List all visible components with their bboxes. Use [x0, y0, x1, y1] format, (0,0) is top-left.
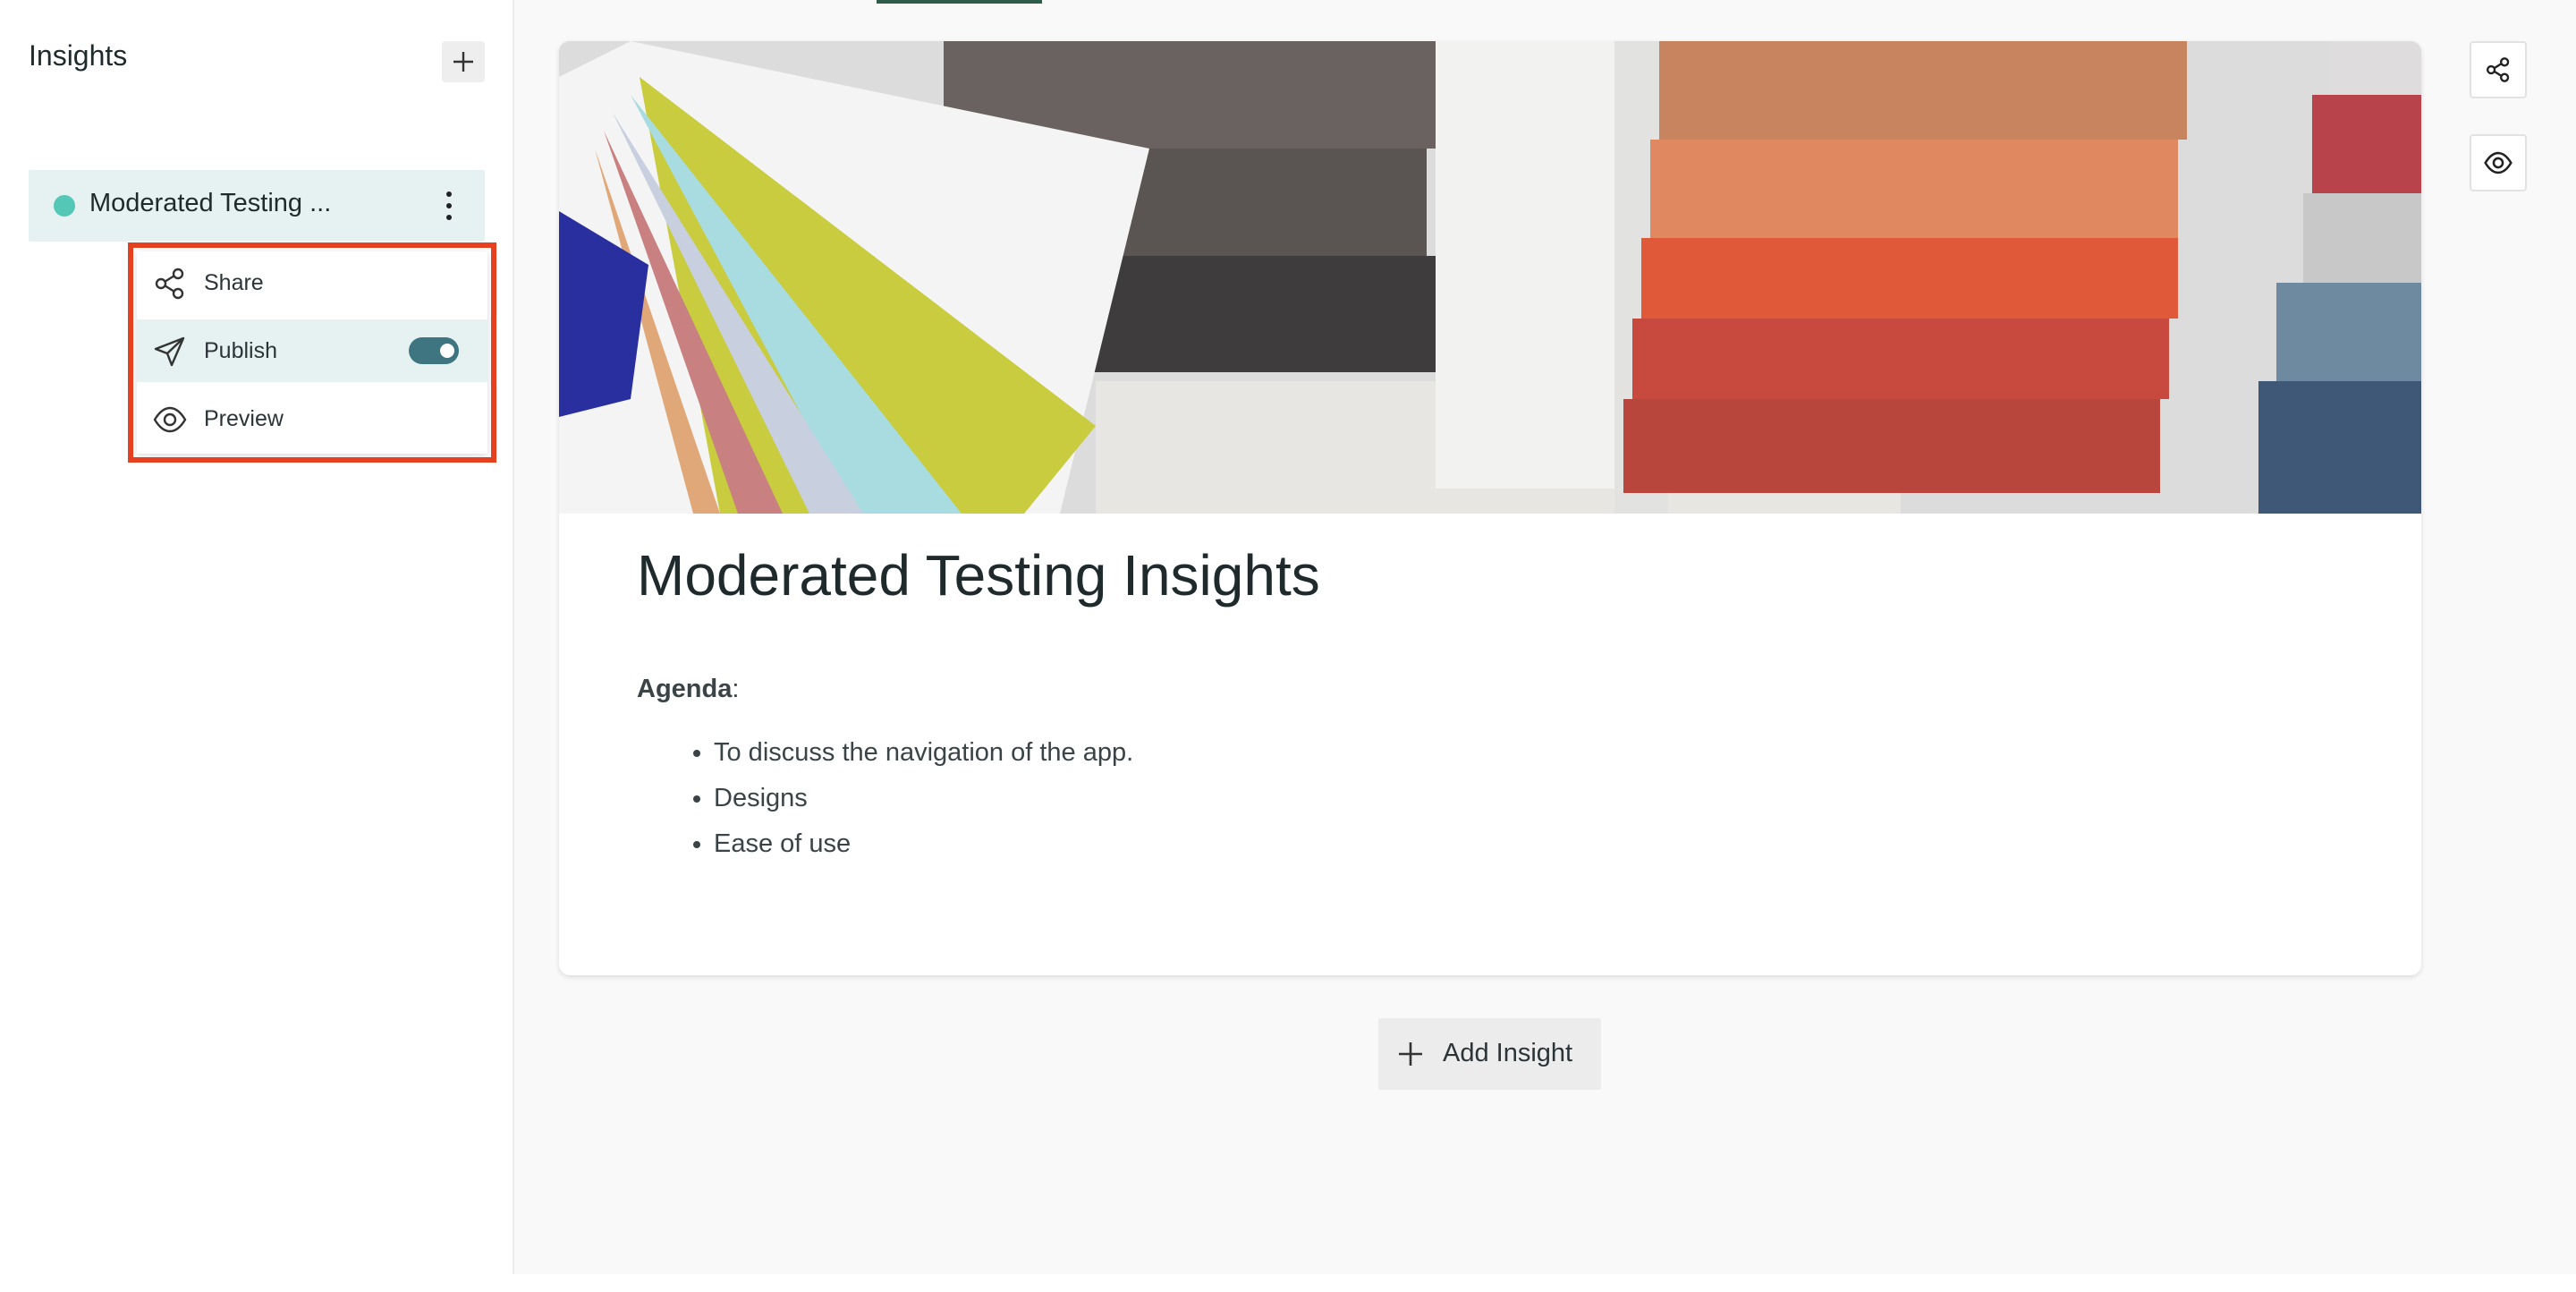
insight-card[interactable]: Moderated Testing Insights Agenda: To di…	[559, 41, 2421, 975]
share-icon	[2486, 57, 2510, 82]
agenda-list: To discuss the navigation of the app. De…	[675, 730, 1133, 867]
list-item: Designs	[714, 776, 1133, 821]
add-insight-label: Add Insight	[1443, 1039, 1573, 1067]
plus-icon	[453, 52, 473, 72]
agenda-suffix: :	[732, 675, 740, 703]
highlight-box	[128, 242, 496, 463]
preview-button[interactable]	[2470, 134, 2527, 191]
fabric-swatches-illustration	[559, 41, 2421, 514]
kebab-icon[interactable]	[438, 188, 460, 224]
share-button[interactable]	[2470, 41, 2527, 98]
status-dot	[54, 195, 75, 217]
sidebar: Insights Moderated Testing ...	[0, 0, 514, 1274]
sidebar-item-moderated-testing[interactable]: Moderated Testing ...	[29, 170, 485, 242]
active-tab-indicator	[877, 0, 1042, 4]
list-item: Ease of use	[714, 821, 1133, 867]
sidebar-title: Insights	[29, 39, 128, 72]
insight-title: Moderated Testing Insights	[637, 543, 1320, 608]
sidebar-item-label: Moderated Testing ...	[89, 189, 332, 217]
agenda-heading: Agenda:	[637, 675, 739, 704]
agenda-label: Agenda	[637, 675, 733, 703]
add-insight-group-button[interactable]	[442, 41, 485, 82]
bottom-strip	[0, 1274, 2576, 1292]
list-item: To discuss the navigation of the app.	[714, 730, 1133, 776]
add-insight-button[interactable]: Add Insight	[1378, 1018, 1601, 1090]
cover-image	[559, 41, 2421, 514]
plus-icon	[1399, 1042, 1422, 1066]
eye-icon	[2484, 151, 2512, 174]
